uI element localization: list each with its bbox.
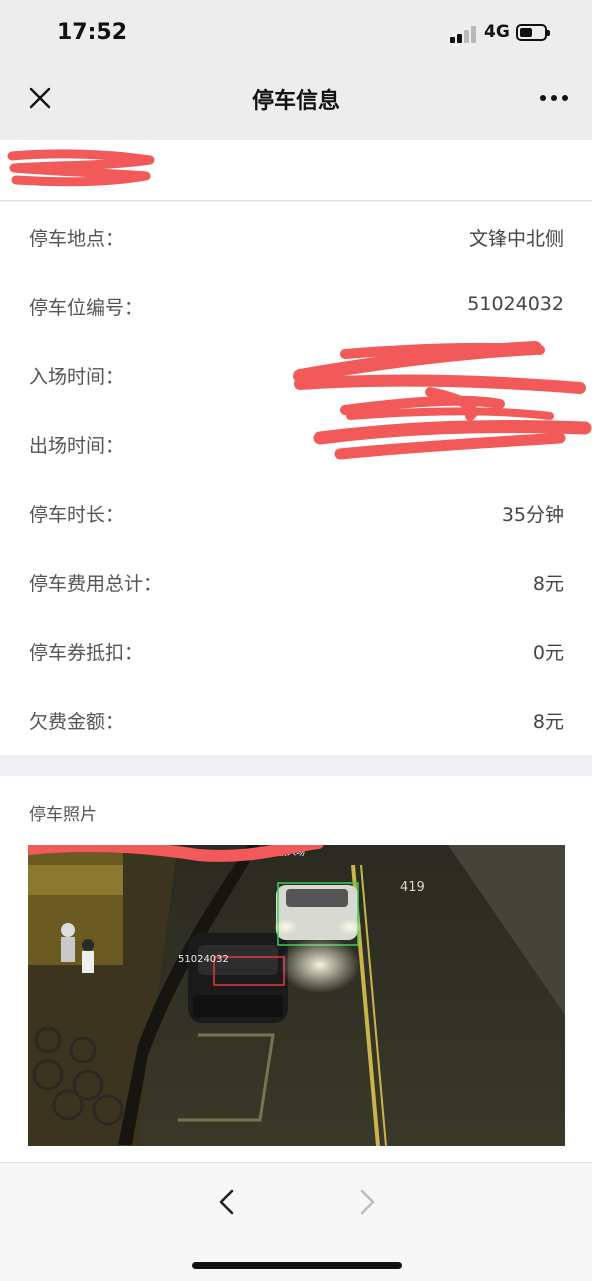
chevron-right-icon — [360, 1189, 375, 1215]
redaction-mark — [7, 149, 155, 187]
parking-info-card: 停车地点： 文锋中北侧 停车位编号： 51024032 入场时间： 出场时间： … — [0, 202, 592, 755]
photo-title: 停车照片 — [29, 805, 97, 825]
more-dots-icon — [540, 95, 568, 101]
redaction-mark — [293, 341, 592, 460]
forward-button[interactable] — [350, 1185, 384, 1219]
network-type: 4G — [484, 22, 510, 42]
page-title: 停车信息 — [251, 89, 340, 114]
plate-label: 51024032 — [178, 954, 229, 965]
more-button[interactable] — [536, 86, 572, 110]
parking-photo[interactable]: 51024032 419 驶入场 — [28, 845, 565, 1146]
chevron-left-icon — [219, 1189, 234, 1215]
battery-icon — [516, 24, 550, 41]
nav-bar: 停车信息 — [0, 66, 592, 138]
parking-photo-card: 停车照片 51024032 419 驶入场 — [0, 776, 592, 1162]
redacted-header — [0, 140, 592, 201]
back-button[interactable] — [210, 1185, 244, 1219]
status-bar: 17:52 4G — [0, 0, 592, 66]
road-marking: 419 — [400, 880, 425, 895]
camera-capture-image: 51024032 419 驶入场 — [28, 845, 565, 1146]
home-indicator[interactable] — [192, 1262, 402, 1269]
browser-toolbar — [0, 1162, 592, 1281]
signal-icon — [450, 25, 478, 43]
status-time: 17:52 — [57, 20, 128, 45]
